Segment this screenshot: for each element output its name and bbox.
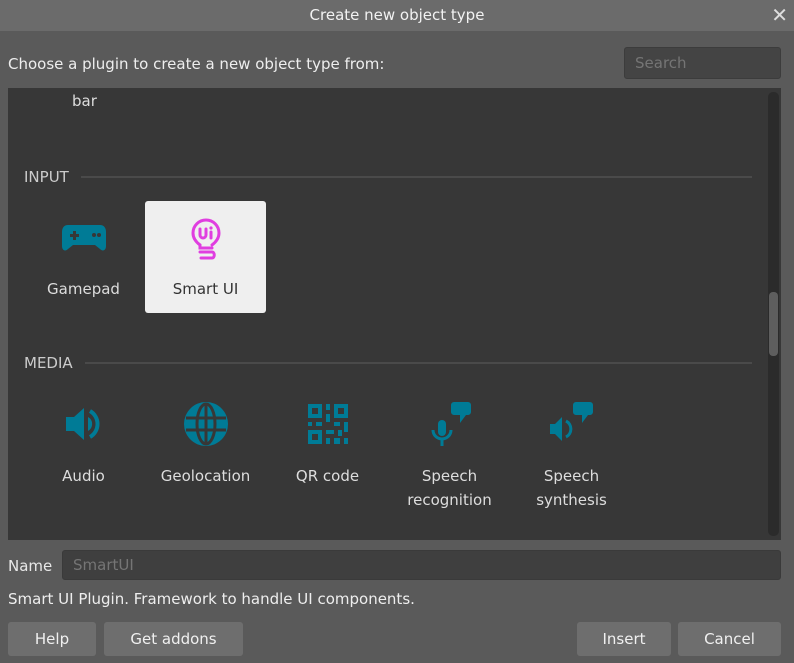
- get-addons-button[interactable]: Get addons: [104, 622, 243, 656]
- speaker-speech-icon: [549, 402, 593, 441]
- search-input[interactable]: [624, 47, 781, 79]
- smart-ui-bulb-icon: [190, 218, 221, 260]
- plugin-speech-synthesis[interactable]: Speech synthesis: [511, 388, 632, 509]
- plugin-smart-ui[interactable]: Smart UI: [145, 201, 266, 313]
- scrollbar-thumb[interactable]: [769, 292, 778, 356]
- section-input: INPUT: [24, 168, 752, 186]
- microphone-speech-icon: [431, 402, 471, 446]
- dialog-title-bar: Create new object type ✕: [0, 0, 794, 31]
- plugin-qr-code[interactable]: QR code: [267, 388, 388, 500]
- plugin-label: Geolocation: [160, 467, 251, 485]
- plugin-label: QR code: [295, 467, 360, 485]
- plugin-label: Smart UI: [172, 280, 239, 298]
- plugin-gamepad[interactable]: Gamepad: [23, 201, 144, 313]
- plugin-label: Gamepad: [47, 280, 120, 298]
- divider: [80, 176, 752, 178]
- close-icon[interactable]: ✕: [771, 0, 788, 31]
- globe-icon: [183, 402, 228, 446]
- section-label: INPUT: [24, 168, 69, 186]
- name-input[interactable]: [62, 550, 781, 580]
- help-button[interactable]: Help: [8, 622, 96, 656]
- plugin-audio[interactable]: Audio: [23, 388, 144, 500]
- section-label: MEDIA: [24, 354, 73, 372]
- plugin-geolocation[interactable]: Geolocation: [145, 388, 266, 500]
- name-label: Name: [8, 557, 53, 575]
- plugin-list: bar INPUT Gamepad Smart UI MEDIA Audio G…: [8, 88, 781, 540]
- insert-button[interactable]: Insert: [577, 622, 671, 656]
- plugin-label: Speech synthesis: [536, 467, 607, 509]
- plugin-label: Speech recognition: [407, 467, 492, 509]
- gamepad-icon: [61, 225, 106, 251]
- list-item-label: bar: [72, 92, 97, 110]
- qr-code-icon: [307, 404, 348, 444]
- scrollbar[interactable]: [768, 92, 779, 536]
- plugin-label: Audio: [62, 467, 105, 485]
- prompt-text: Choose a plugin to create a new object t…: [8, 55, 385, 73]
- dialog-title: Create new object type: [309, 6, 485, 24]
- section-media: MEDIA: [24, 354, 752, 372]
- plugin-speech-recognition[interactable]: Speech recognition: [389, 388, 510, 509]
- divider: [84, 362, 752, 364]
- plugin-description: Smart UI Plugin. Framework to handle UI …: [8, 590, 415, 608]
- speaker-icon: [65, 408, 100, 440]
- cancel-button[interactable]: Cancel: [678, 622, 781, 656]
